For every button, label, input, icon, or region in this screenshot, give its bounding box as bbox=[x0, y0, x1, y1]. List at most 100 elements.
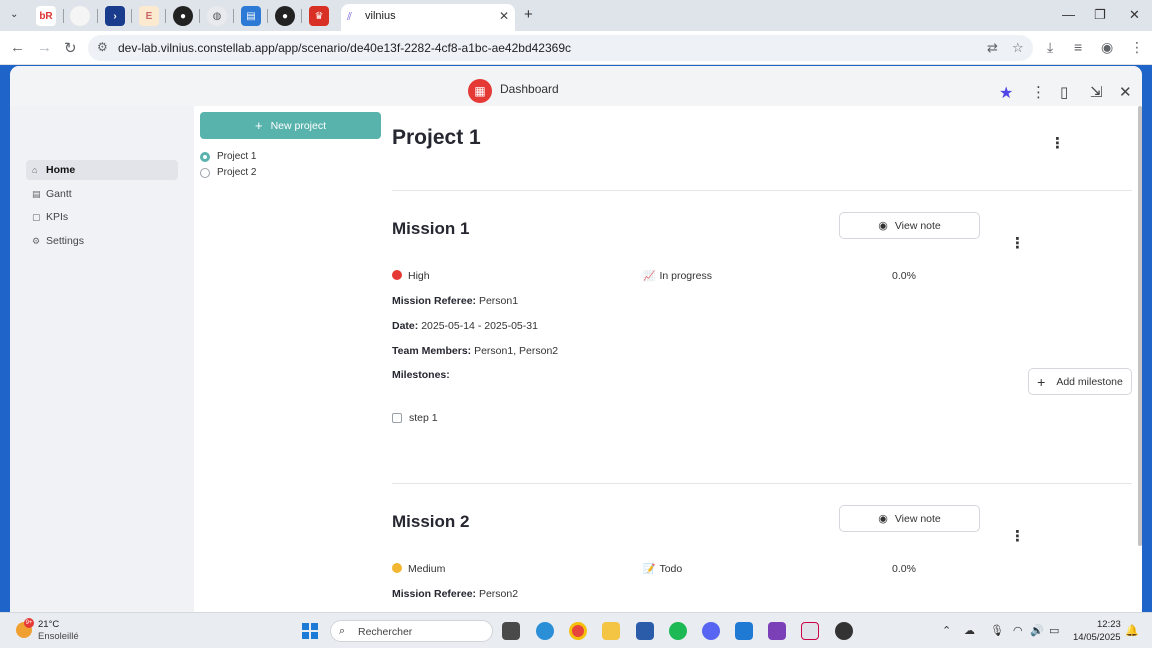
mobile-view-icon[interactable]: ▯ bbox=[1060, 83, 1068, 101]
mission-1-team: Team Members: Person1, Person2 bbox=[392, 345, 558, 357]
minimize-icon[interactable]: — bbox=[1062, 7, 1075, 22]
sidebar-item-label: KPIs bbox=[46, 211, 69, 223]
pinned-tab-e[interactable]: E bbox=[139, 6, 159, 26]
search-icon: ⌕ bbox=[339, 625, 346, 637]
team-value: Person1, Person2 bbox=[474, 345, 559, 357]
add-milestone-button[interactable]: + Add milestone bbox=[1028, 368, 1132, 395]
microphone-icon[interactable]: 🎙 bbox=[990, 624, 1004, 637]
tab-separator bbox=[97, 9, 98, 23]
mission-1-view-note-button[interactable]: ◉ View note bbox=[839, 212, 980, 239]
mission-1-status: 📈 In progress bbox=[643, 270, 712, 282]
pinned-tab-github-icon[interactable]: ● bbox=[275, 6, 295, 26]
scrollbar[interactable] bbox=[1138, 106, 1142, 546]
mission-2-title: Mission 2 bbox=[392, 512, 470, 531]
weather-temperature[interactable]: 21°C bbox=[38, 619, 59, 630]
weather-condition[interactable]: Ensoleillé bbox=[38, 631, 79, 642]
pinned-tab-red-icon[interactable]: ♛ bbox=[309, 6, 329, 26]
spotify-icon[interactable] bbox=[669, 622, 687, 640]
sidebar-item-settings[interactable]: ⚙ Settings bbox=[26, 231, 178, 251]
mission-1-referee: Mission Referee: Person1 bbox=[392, 295, 518, 307]
snipping-tool-icon[interactable] bbox=[801, 622, 819, 640]
project-radio-2[interactable]: Project 2 bbox=[200, 167, 256, 178]
red-circle-icon bbox=[392, 270, 402, 280]
view-note-label: View note bbox=[894, 219, 941, 232]
mission-2-more-icon[interactable]: ⋮ bbox=[1010, 527, 1025, 545]
project-more-icon[interactable]: ⋮ bbox=[1050, 134, 1065, 152]
battery-icon[interactable]: ▭ bbox=[1049, 624, 1059, 637]
more-menu-icon[interactable]: ⋮ bbox=[1031, 83, 1046, 101]
radio-unselected-icon[interactable] bbox=[200, 167, 210, 178]
active-tab[interactable]: ⫽ vilnius ✕ bbox=[341, 4, 515, 31]
new-project-button[interactable]: + New project bbox=[200, 112, 381, 139]
mission-1-progress: 0.0% bbox=[892, 270, 916, 282]
obs-icon[interactable] bbox=[835, 622, 853, 640]
download-icon[interactable]: ⤓ bbox=[1047, 39, 1053, 56]
discord-icon[interactable] bbox=[702, 622, 720, 640]
sidebar-item-home[interactable]: ⌂ Home bbox=[26, 160, 178, 180]
milestone-label: step 1 bbox=[409, 412, 438, 424]
store-icon[interactable] bbox=[636, 622, 654, 640]
sidebar-item-gantt[interactable]: ▤ Gantt bbox=[26, 184, 178, 204]
edge-icon[interactable] bbox=[536, 622, 554, 640]
chart-increasing-icon: 📈 bbox=[643, 271, 656, 282]
back-icon[interactable]: ← bbox=[10, 39, 25, 56]
pinned-tab-blank[interactable] bbox=[70, 6, 90, 26]
profile-icon[interactable]: ◉ bbox=[1101, 39, 1113, 56]
mission-1-milestones: Milestones: bbox=[392, 369, 450, 381]
url-text[interactable]: dev-lab.vilnius.constellab.app/app/scena… bbox=[118, 41, 571, 55]
onenote-icon[interactable] bbox=[768, 622, 786, 640]
onedrive-icon[interactable]: ☁ bbox=[964, 624, 975, 637]
yellow-circle-icon bbox=[392, 563, 402, 573]
mission-1-title: Mission 1 bbox=[392, 219, 470, 238]
close-window-icon[interactable]: ✕ bbox=[1129, 7, 1140, 23]
pinned-tab-arrow[interactable]: › bbox=[105, 6, 125, 26]
eye-icon: ◉ bbox=[878, 513, 888, 525]
collapse-icon[interactable]: ⇲ bbox=[1090, 83, 1103, 101]
clock-time[interactable]: 12:23 bbox=[1097, 619, 1121, 630]
gear-icon: ⚙ bbox=[32, 235, 41, 246]
omnibox[interactable]: ⚙ dev-lab.vilnius.constellab.app/app/sce… bbox=[88, 35, 1033, 61]
mission-2-view-note-button[interactable]: ◉ View note bbox=[839, 505, 980, 532]
mission-1-more-icon[interactable]: ⋮ bbox=[1010, 234, 1025, 252]
project-radio-1[interactable]: Project 1 bbox=[200, 151, 256, 162]
mission-2-referee: Mission Referee: Person2 bbox=[392, 588, 518, 600]
pinned-tab-br[interactable]: bR bbox=[36, 6, 56, 26]
vscode-icon[interactable] bbox=[735, 622, 753, 640]
milestone-checkbox[interactable] bbox=[392, 413, 402, 423]
sidebar-item-label: Home bbox=[46, 164, 76, 176]
forward-icon[interactable]: → bbox=[37, 39, 52, 56]
clock-date[interactable]: 14/05/2025 bbox=[1073, 632, 1121, 643]
media-control-icon[interactable]: ≡ bbox=[1074, 39, 1082, 55]
taskbar-search[interactable]: ⌕ Rechercher bbox=[330, 620, 493, 642]
favorite-star-icon[interactable]: ★ bbox=[999, 83, 1013, 103]
close-app-icon[interactable]: ✕ bbox=[1119, 83, 1132, 101]
chrome-icon[interactable] bbox=[569, 622, 587, 640]
translate-icon[interactable]: ⇄ bbox=[987, 40, 998, 56]
pinned-tab-globe-icon[interactable]: ◍ bbox=[207, 6, 227, 26]
site-info-icon[interactable]: ⚙ bbox=[97, 40, 108, 54]
sidebar-item-kpis[interactable]: ▢ KPIs bbox=[26, 207, 178, 227]
reload-icon[interactable]: ↻ bbox=[64, 39, 77, 57]
browser-menu-icon[interactable]: ⋮ bbox=[1130, 39, 1144, 56]
referee-label: Mission Referee: bbox=[392, 295, 477, 307]
bookmark-star-icon[interactable]: ☆ bbox=[1012, 40, 1024, 56]
close-tab-icon[interactable]: ✕ bbox=[499, 9, 509, 23]
task-view-icon[interactable] bbox=[502, 622, 520, 640]
new-tab-icon[interactable]: + bbox=[524, 6, 533, 23]
project-title: Project 1 bbox=[392, 126, 481, 149]
pinned-tab-github-icon[interactable]: ● bbox=[173, 6, 193, 26]
pinned-tab-app-icon[interactable]: ▤ bbox=[241, 6, 261, 26]
sidebar-item-label: Settings bbox=[46, 235, 84, 247]
file-explorer-icon[interactable] bbox=[602, 622, 620, 640]
restore-icon[interactable]: ❐ bbox=[1094, 7, 1106, 23]
notification-bell-icon[interactable]: 🔔 bbox=[1125, 624, 1139, 637]
start-windows-icon[interactable] bbox=[302, 623, 318, 639]
radio-selected-icon[interactable] bbox=[200, 151, 210, 162]
volume-icon[interactable]: 🔊 bbox=[1030, 624, 1044, 637]
tab-search-chevron-icon[interactable]: ⌄ bbox=[10, 9, 18, 20]
wifi-icon[interactable]: ◠ bbox=[1013, 624, 1023, 637]
referee-label: Mission Referee: bbox=[392, 588, 477, 600]
plus-icon: + bbox=[1037, 373, 1046, 390]
tray-chevron-icon[interactable]: ⌃ bbox=[942, 624, 951, 637]
priority-label: Medium bbox=[408, 563, 446, 575]
